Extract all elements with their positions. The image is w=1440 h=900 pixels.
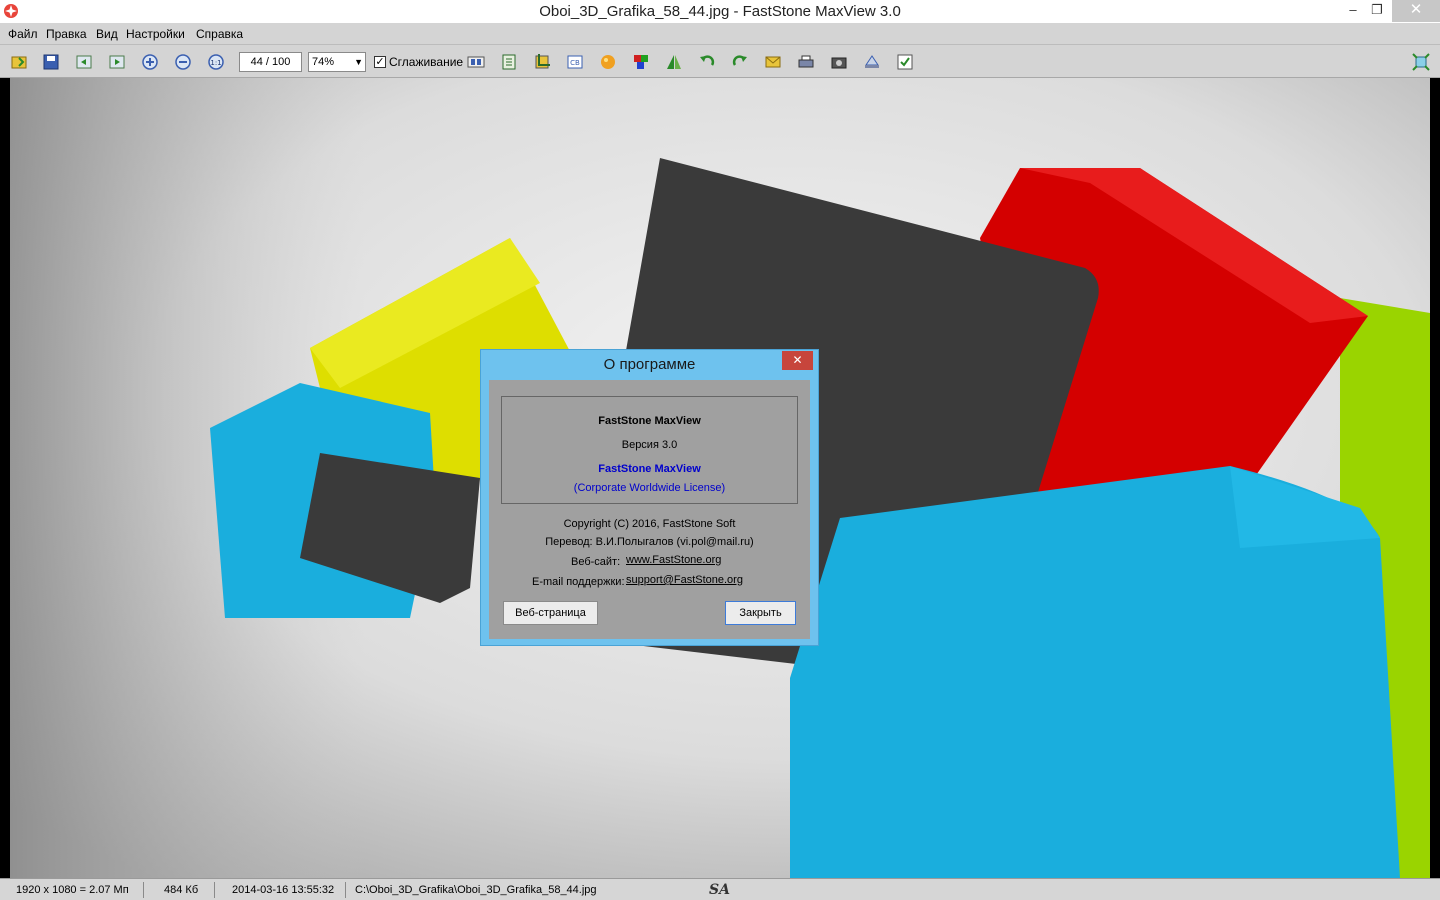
- license-name: FastStone MaxView: [598, 463, 701, 475]
- status-divider: [214, 882, 215, 898]
- product-version: Версия 3.0: [621, 439, 678, 451]
- website-label: Веб-сайт:: [571, 556, 621, 568]
- fullscreen-icon[interactable]: [1410, 51, 1432, 73]
- copyright-text: Copyright (C) 2016, FastStone Soft: [563, 518, 736, 530]
- status-divider: [143, 882, 144, 898]
- translation-text: Перевод: В.И.Полыгалов (vi.pol@mail.ru): [545, 536, 754, 548]
- colors-icon[interactable]: [630, 51, 652, 73]
- about-dialog: О программе ✕ FastStone MaxView Версия 3…: [480, 349, 819, 646]
- menu-settings[interactable]: Настройки: [126, 27, 185, 41]
- email-icon[interactable]: [762, 51, 784, 73]
- menu-edit[interactable]: Правка: [46, 27, 87, 41]
- title-bar: Oboi_3D_Grafika_58_44.jpg - FastStone Ma…: [0, 0, 1440, 23]
- prev-icon[interactable]: [73, 51, 95, 73]
- fit-icon[interactable]: [498, 51, 520, 73]
- product-name: FastStone MaxView: [598, 415, 701, 427]
- settings-icon[interactable]: [894, 51, 916, 73]
- menu-bar: Файл Правка Вид Настройки Справка: [0, 23, 1440, 45]
- window-title: Oboi_3D_Grafika_58_44.jpg - FastStone Ma…: [539, 3, 901, 20]
- toolbar: 1:1 44 / 100 74% ▼ ✓ Сглаживание CB: [0, 45, 1440, 78]
- status-path: C:\Oboi_3D_Grafika\Oboi_3D_Grafika_58_44…: [355, 884, 597, 896]
- convert-icon[interactable]: CB: [564, 51, 586, 73]
- camera-icon[interactable]: [828, 51, 850, 73]
- zoom-out-icon[interactable]: [172, 51, 194, 73]
- status-datetime: 2014-03-16 13:55:32: [232, 884, 335, 896]
- product-info-box: FastStone MaxView Версия 3.0 FastStone M…: [501, 396, 798, 504]
- license-type: (Corporate Worldwide License): [573, 482, 726, 494]
- dialog-title: О программе: [603, 356, 696, 373]
- close-button[interactable]: ✕: [1392, 0, 1440, 22]
- menu-view[interactable]: Вид: [96, 27, 118, 41]
- svg-text:1:1: 1:1: [210, 59, 221, 67]
- dialog-close-icon[interactable]: ✕: [782, 351, 813, 370]
- smoothing-checkbox[interactable]: ✓: [374, 56, 386, 68]
- next-icon[interactable]: [106, 51, 128, 73]
- actual-size-icon[interactable]: 1:1: [205, 51, 227, 73]
- dialog-body: FastStone MaxView Версия 3.0 FastStone M…: [489, 380, 810, 639]
- zoom-in-icon[interactable]: [139, 51, 161, 73]
- email-label: E-mail поддержки:: [532, 576, 625, 588]
- menu-help[interactable]: Справка: [196, 27, 243, 41]
- status-filesize: 484 Кб: [164, 884, 199, 896]
- print-icon[interactable]: [795, 51, 817, 73]
- email-link[interactable]: support@FastStone.org: [626, 574, 743, 586]
- zoom-value: 74%: [312, 56, 335, 68]
- crop-icon[interactable]: [531, 51, 553, 73]
- smoothing-label: Сглаживание: [389, 55, 464, 69]
- save-icon[interactable]: [40, 51, 62, 73]
- web-page-button[interactable]: Веб-страница: [503, 601, 598, 625]
- menu-file[interactable]: Файл: [8, 27, 38, 41]
- status-resolution: 1920 x 1080 = 2.07 Мп: [16, 884, 129, 896]
- maximize-button[interactable]: ❐: [1360, 0, 1394, 22]
- close-dialog-button[interactable]: Закрыть: [725, 601, 796, 625]
- status-divider: [345, 882, 346, 898]
- open-icon[interactable]: [8, 51, 30, 73]
- website-link[interactable]: www.FastStone.org: [626, 554, 721, 566]
- chevron-down-icon[interactable]: ▼: [354, 53, 363, 71]
- page-counter[interactable]: 44 / 100: [239, 52, 302, 72]
- svg-text:CB: CB: [570, 59, 580, 67]
- rotate-left-icon[interactable]: [696, 51, 718, 73]
- status-logo: SA: [709, 882, 730, 898]
- slideshow-icon[interactable]: [465, 51, 487, 73]
- color-icon[interactable]: [597, 51, 619, 73]
- rotate-right-icon[interactable]: [729, 51, 751, 73]
- flip-icon[interactable]: [663, 51, 685, 73]
- zoom-select[interactable]: 74% ▼: [308, 52, 366, 72]
- scanner-icon[interactable]: [861, 51, 883, 73]
- status-bar: 1920 x 1080 = 2.07 Мп 484 Кб 2014-03-16 …: [0, 878, 1440, 900]
